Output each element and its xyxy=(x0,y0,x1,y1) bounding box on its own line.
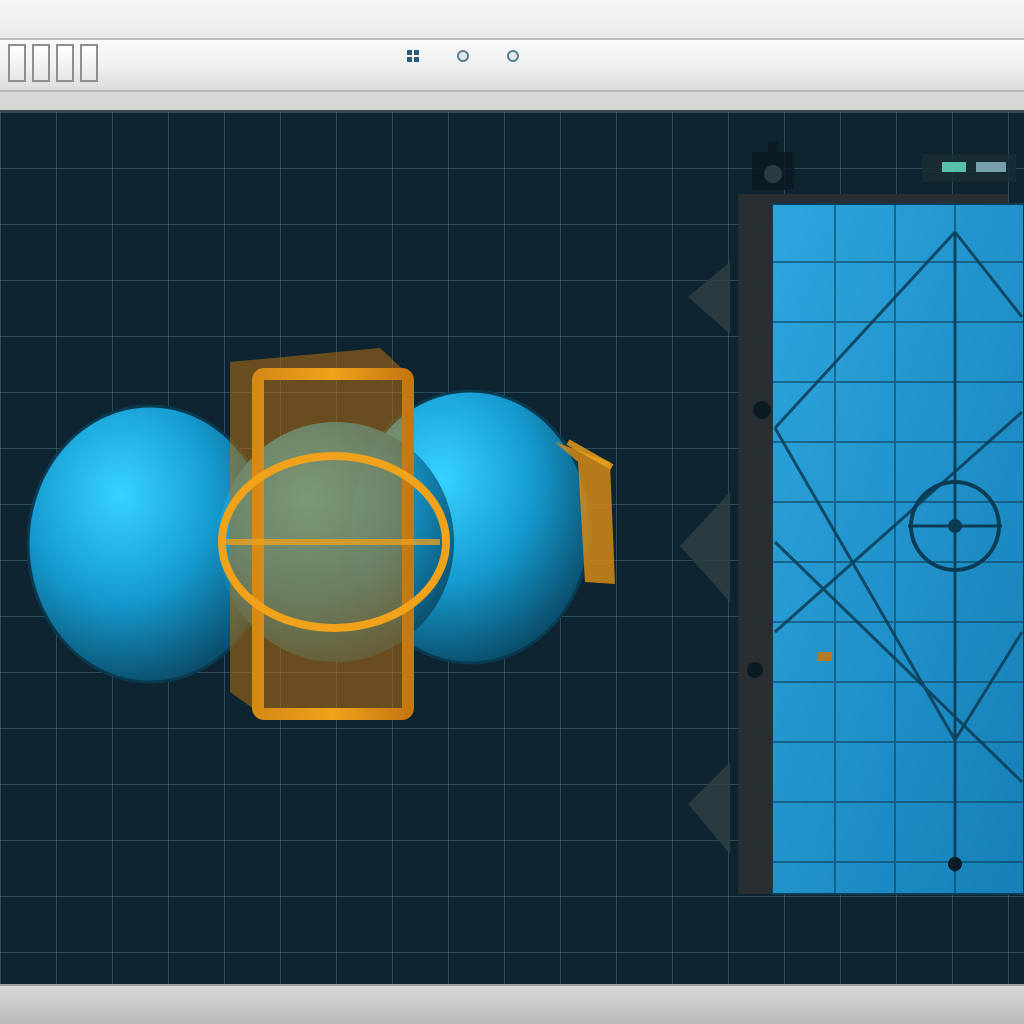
scene-canvas xyxy=(26,142,1024,895)
top-toolbar xyxy=(0,0,1024,112)
app-window xyxy=(0,0,1024,1024)
ring-icon[interactable] xyxy=(505,48,521,64)
grid-icon[interactable] xyxy=(405,48,421,64)
top-marker xyxy=(752,142,794,190)
tab-strip xyxy=(0,40,112,86)
bottom-strip xyxy=(0,984,1024,1024)
ring-icon[interactable] xyxy=(455,48,471,64)
scene-viewport[interactable] xyxy=(0,110,1024,986)
right-panel[interactable] xyxy=(738,154,1024,895)
tab-button[interactable] xyxy=(32,44,50,82)
panel-arrows xyxy=(680,262,730,854)
toolbar-icons xyxy=(405,46,521,66)
tab-button[interactable] xyxy=(56,44,74,82)
tab-button[interactable] xyxy=(80,44,98,82)
tab-button[interactable] xyxy=(8,44,26,82)
